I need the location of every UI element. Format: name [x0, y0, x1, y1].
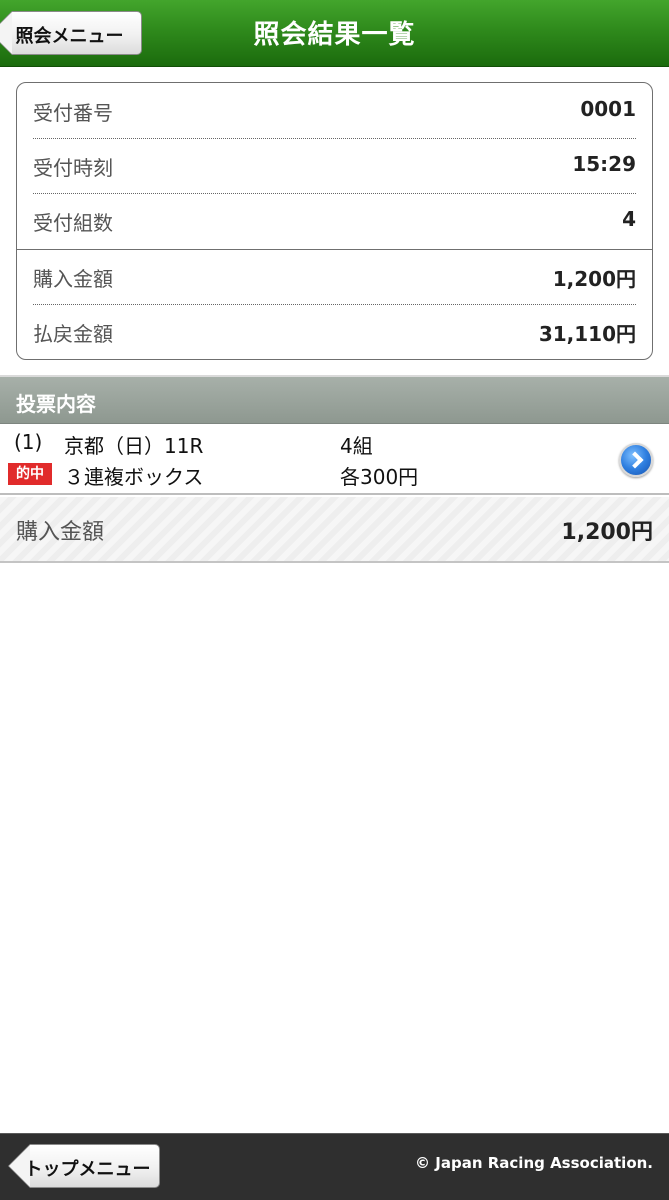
summary-row-purchase-amount: 購入金額 1,200円 — [33, 249, 636, 303]
app-footer: トップメニュー © Japan Racing Association. — [0, 1133, 669, 1200]
hit-badge: 的中 — [8, 463, 52, 485]
summary-label: 購入金額 — [33, 267, 113, 291]
top-menu-back-button[interactable]: トップメニュー — [8, 1144, 160, 1188]
summary-label: 受付番号 — [33, 101, 113, 125]
total-label: 購入金額 — [16, 520, 105, 545]
bet-contents-header: 投票内容 — [0, 375, 669, 424]
bet-type: ３連複ボックス — [64, 465, 204, 489]
summary-value: 15:29 — [572, 152, 636, 176]
bet-index: (1) — [14, 430, 43, 454]
app-header: 照会メニュー 照会結果一覧 — [0, 0, 669, 67]
summary-value: 1,200円 — [552, 267, 636, 291]
total-purchase-row: 購入金額 1,200円 — [0, 497, 669, 563]
summary-row-receipt-number: 受付番号 0001 — [33, 83, 636, 137]
section-title: 投票内容 — [16, 392, 96, 416]
chevron-right-icon[interactable] — [619, 443, 653, 477]
summary-panel: 受付番号 0001 受付時刻 15:29 受付組数 4 購入金額 1,200円 … — [16, 82, 653, 360]
summary-label: 受付時刻 — [33, 156, 113, 180]
summary-row-payout-amount: 払戻金額 31,110円 — [33, 304, 636, 358]
back-button-label: 照会メニュー — [15, 26, 124, 47]
summary-row-receipt-time: 受付時刻 15:29 — [33, 138, 636, 192]
summary-label: 払戻金額 — [33, 322, 113, 346]
summary-value: 31,110円 — [538, 322, 636, 346]
bet-list-item[interactable]: (1) 京都（日）11R 4組 的中 ３連複ボックス 各300円 — [0, 424, 669, 495]
bet-race: 京都（日）11R — [64, 434, 204, 458]
bet-amount: 各300円 — [340, 465, 419, 489]
back-button-label: トップメニュー — [24, 1159, 151, 1180]
summary-label: 受付組数 — [33, 211, 113, 235]
total-value: 1,200円 — [561, 520, 653, 545]
copyright-text: © Japan Racing Association. — [415, 1154, 653, 1172]
summary-value: 4 — [622, 207, 636, 231]
summary-value: 0001 — [580, 97, 636, 121]
bet-combos: 4組 — [340, 434, 373, 458]
summary-row-combo-count: 受付組数 4 — [33, 193, 636, 247]
